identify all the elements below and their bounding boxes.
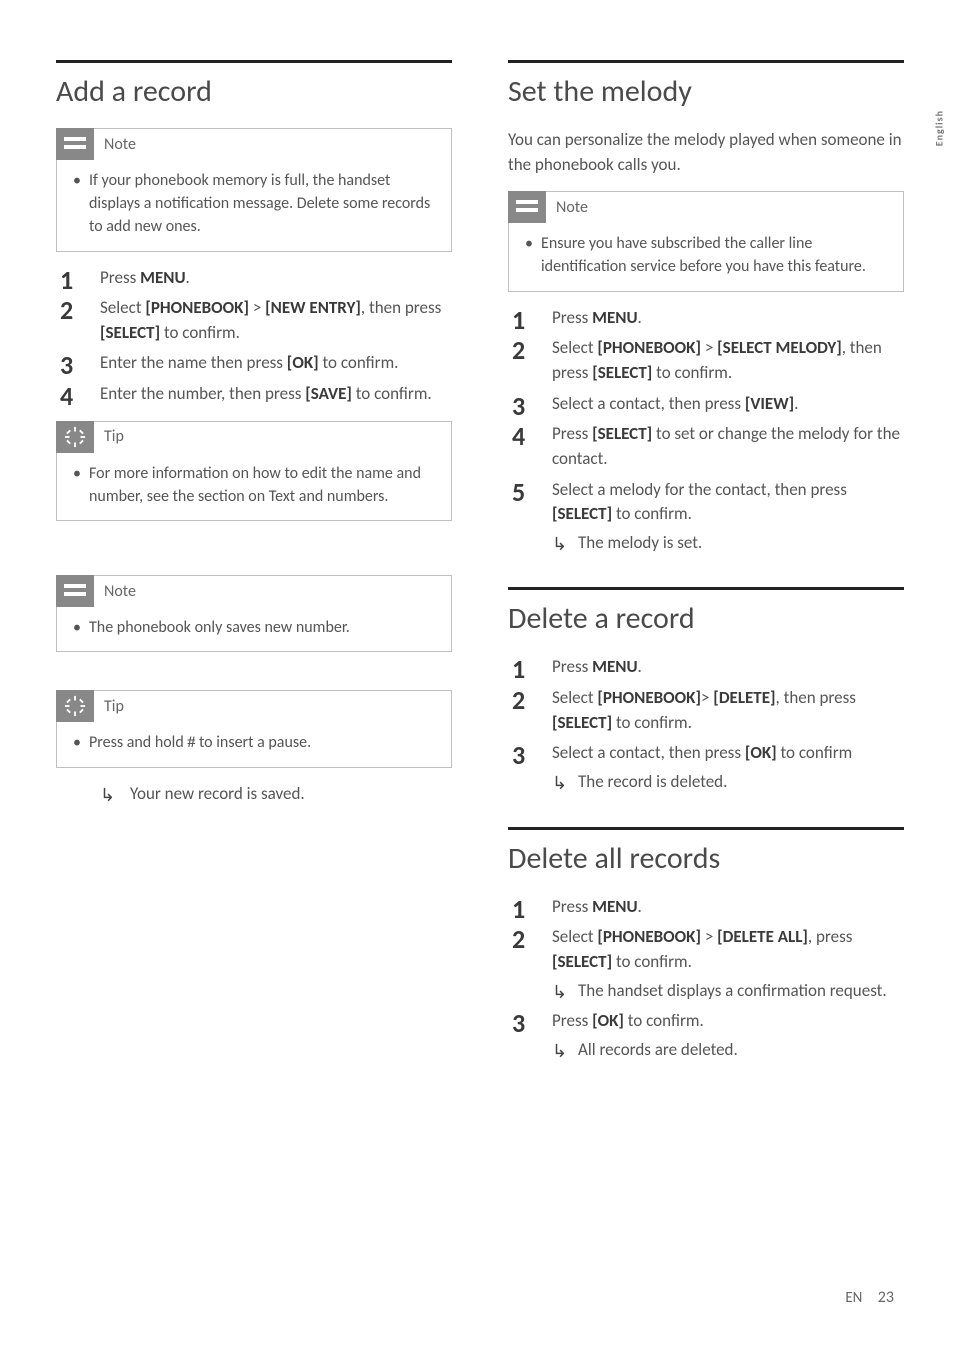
note-callout: Note If your phonebook memory is full, t… <box>56 128 452 252</box>
tip-item: For more information on how to edit the … <box>89 462 437 508</box>
note-icon <box>508 191 546 223</box>
footer-lang: EN <box>845 1289 862 1307</box>
note-item: The phonebook only saves new number. <box>89 616 437 639</box>
note-item: Ensure you have subscribed the caller li… <box>541 232 889 278</box>
note-icon <box>56 128 94 160</box>
callout-tab: Note <box>56 575 136 607</box>
tip-icon <box>56 690 94 722</box>
note-icon <box>56 575 94 607</box>
step: Enter the name then press [OK] to confir… <box>56 351 452 376</box>
intro-paragraph: You can personalize the melody played wh… <box>508 128 904 177</box>
note-callout: Note The phonebook only saves new number… <box>56 575 452 652</box>
step: Press [SELECT] to set or change the melo… <box>508 422 904 471</box>
step: Select [PHONEBOOK] > [SELECT MELODY], th… <box>508 336 904 385</box>
step: Select [PHONEBOOK] > [NEW ENTRY], then p… <box>56 296 452 345</box>
section-rule <box>508 60 904 63</box>
heading-delete-record: Delete a record <box>508 600 904 637</box>
heading-add-record: Add a record <box>56 73 452 110</box>
callout-label: Note <box>556 198 588 217</box>
page-footer: EN 23 <box>845 1288 894 1307</box>
steps-set-melody: Press MENU. Select [PHONEBOOK] > [SELECT… <box>508 306 904 556</box>
two-column-layout: Add a record Note If your phonebook memo… <box>56 60 904 1068</box>
callout-tab: Note <box>56 128 136 160</box>
section-rule <box>508 587 904 590</box>
heading-delete-all: Delete all records <box>508 840 904 877</box>
left-column: Add a record Note If your phonebook memo… <box>56 60 452 1068</box>
tip-callout: Tip Press and hold # to insert a pause. <box>56 690 452 767</box>
step: Press MENU. <box>508 895 904 920</box>
footer-page-number: 23 <box>878 1288 894 1307</box>
steps-delete-all: Press MENU. Select [PHONEBOOK] > [DELETE… <box>508 895 904 1063</box>
callout-tab: Note <box>508 191 588 223</box>
tip-item: Press and hold # to insert a pause. <box>89 731 437 754</box>
language-side-label: English <box>932 110 945 146</box>
result-text: Your new record is saved. <box>100 782 452 807</box>
callout-label: Tip <box>104 427 124 446</box>
step: Press MENU. <box>56 266 452 291</box>
step: Press [OK] to confirm. All records are d… <box>508 1009 904 1062</box>
tip-icon <box>56 421 94 453</box>
step: Press MENU. <box>508 306 904 331</box>
section-rule <box>508 827 904 830</box>
note-callout: Note Ensure you have subscribed the call… <box>508 191 904 291</box>
right-column: Set the melody You can personalize the m… <box>508 60 904 1068</box>
callout-label: Tip <box>104 697 124 716</box>
step: Select a contact, then press [OK] to con… <box>508 741 904 794</box>
steps-add-record: Press MENU. Select [PHONEBOOK] > [NEW EN… <box>56 266 452 407</box>
step: Press MENU. <box>508 655 904 680</box>
result-text: All records are deleted. <box>552 1038 904 1063</box>
tip-callout: Tip For more information on how to edit … <box>56 421 452 521</box>
section-rule <box>56 60 452 63</box>
step: Select [PHONEBOOK] > [DELETE ALL], press… <box>508 925 904 1003</box>
note-item: If your phonebook memory is full, the ha… <box>89 169 437 239</box>
step: Select [PHONEBOOK]> [DELETE], then press… <box>508 686 904 735</box>
steps-delete-record: Press MENU. Select [PHONEBOOK]> [DELETE]… <box>508 655 904 794</box>
callout-tab: Tip <box>56 421 124 453</box>
step: Enter the number, then press [SAVE] to c… <box>56 382 452 407</box>
result-text: The melody is set. <box>552 531 904 556</box>
callout-tab: Tip <box>56 690 124 722</box>
result-text: The record is deleted. <box>552 770 904 795</box>
step: Select a melody for the contact, then pr… <box>508 478 904 556</box>
result-text: The handset displays a confirmation requ… <box>552 979 904 1004</box>
step: Select a contact, then press [VIEW]. <box>508 392 904 417</box>
callout-label: Note <box>104 135 136 154</box>
callout-label: Note <box>104 582 136 601</box>
heading-set-melody: Set the melody <box>508 73 904 110</box>
